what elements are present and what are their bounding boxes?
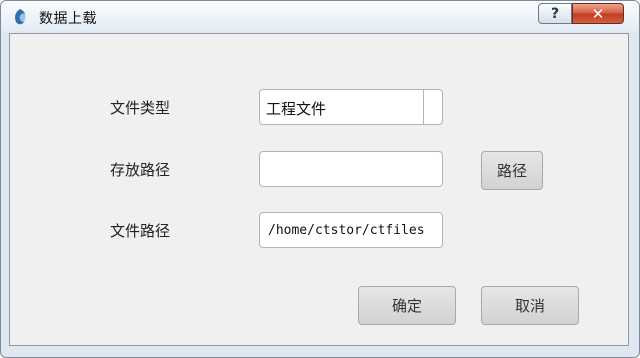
- close-button[interactable]: ✕: [572, 3, 624, 24]
- app-icon: [15, 9, 26, 25]
- browse-path-button[interactable]: 路径: [481, 151, 543, 190]
- file-path-input[interactable]: [259, 212, 443, 248]
- save-path-label: 存放路径: [110, 161, 171, 179]
- dialog-content: 文件类型 工程文件 存放路径 路径 文件路径 确定 取消: [9, 33, 629, 346]
- file-type-combobox[interactable]: 工程文件: [259, 89, 443, 125]
- save-path-input[interactable]: [259, 151, 443, 187]
- close-icon: ✕: [591, 4, 605, 23]
- file-path-label: 文件路径: [110, 222, 171, 240]
- dialog-window: 数据上载 ? ✕ 文件类型 工程文件 存放路径 路径 文件路径 确定 取消: [0, 0, 640, 358]
- help-button[interactable]: ?: [538, 3, 572, 24]
- file-type-value: 工程文件: [266, 100, 327, 118]
- confirm-button[interactable]: 确定: [358, 286, 456, 325]
- cancel-button[interactable]: 取消: [481, 286, 579, 325]
- dropdown-arrow-icon[interactable]: [423, 90, 442, 124]
- window-title: 数据上载: [39, 11, 97, 27]
- title-bar[interactable]: 数据上载 ? ✕: [1, 1, 639, 31]
- file-type-label: 文件类型: [110, 99, 171, 117]
- help-icon: ?: [550, 5, 560, 22]
